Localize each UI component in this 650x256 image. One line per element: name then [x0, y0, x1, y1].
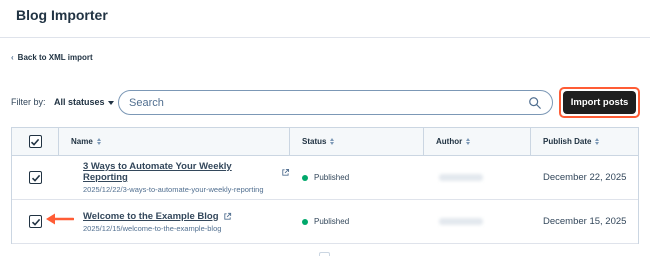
search-box[interactable] — [118, 90, 553, 115]
search-input[interactable] — [129, 96, 528, 109]
column-header-publish-date[interactable]: Publish Date — [531, 128, 638, 155]
back-to-xml-import-link[interactable]: ‹ Back to XML import — [11, 53, 93, 62]
column-header-status[interactable]: Status — [290, 128, 424, 155]
post-slug: 2025/12/22/3-ways-to-automate-your-weekl… — [83, 185, 264, 194]
table-row: Welcome to the Example Blog 2025/12/15/w… — [12, 200, 638, 244]
status-filter-value: All statuses — [54, 97, 105, 107]
sort-icon — [96, 138, 101, 145]
status-filter-dropdown[interactable]: All statuses — [54, 97, 114, 107]
page-title: Blog Importer — [16, 7, 108, 23]
column-header-label: Author — [436, 137, 463, 146]
column-header-author[interactable]: Author — [424, 128, 531, 155]
back-link-label: Back to XML import — [17, 53, 93, 62]
caret-down-icon — [107, 100, 114, 105]
column-header-label: Publish Date — [543, 137, 592, 146]
column-header-label: Status — [302, 137, 327, 146]
search-icon[interactable] — [528, 96, 542, 110]
posts-table: Name Status Author Publish Date 3 Ways t… — [11, 127, 639, 244]
table-header: Name Status Author Publish Date — [12, 128, 638, 156]
author-name-redacted — [439, 174, 483, 181]
status-text: Published — [314, 173, 350, 182]
status-text: Published — [314, 217, 350, 226]
post-title-link[interactable]: 3 Ways to Automate Your Weekly Reporting — [83, 161, 290, 183]
column-header-label: Name — [71, 137, 93, 146]
post-title-text: Welcome to the Example Blog — [83, 210, 219, 222]
checkmark-icon — [30, 138, 40, 146]
select-all-checkbox[interactable] — [28, 135, 42, 148]
table-row: 3 Ways to Automate Your Weekly Reporting… — [12, 156, 638, 200]
pagination-hint — [319, 252, 330, 256]
header-divider — [0, 37, 650, 38]
author-name-redacted — [439, 218, 483, 225]
publish-date: December 15, 2025 — [543, 216, 627, 227]
import-posts-button[interactable]: Import posts — [563, 91, 636, 114]
row-checkbox[interactable] — [29, 171, 42, 184]
status-badge: Published — [302, 173, 349, 182]
publish-date: December 22, 2025 — [543, 172, 627, 183]
filter-label: Filter by: — [11, 97, 46, 107]
sort-icon — [330, 138, 335, 145]
checkmark-icon — [31, 218, 40, 226]
sort-icon — [466, 138, 471, 145]
status-badge: Published — [302, 217, 349, 226]
row-checkbox[interactable] — [29, 215, 42, 228]
external-link-icon[interactable] — [281, 168, 290, 177]
column-header-name[interactable]: Name — [59, 128, 290, 155]
arrow-left-icon — [46, 213, 74, 225]
checkmark-icon — [31, 174, 40, 182]
status-dot — [302, 174, 308, 181]
import-button-highlight: Import posts — [559, 87, 640, 118]
chevron-left-icon: ‹ — [11, 53, 14, 62]
post-title-link[interactable]: Welcome to the Example Blog — [83, 211, 232, 222]
post-slug: 2025/12/15/welcome-to-the-example-blog — [83, 223, 222, 233]
status-dot — [302, 218, 308, 225]
post-title-text: 3 Ways to Automate Your Weekly Reporting — [83, 161, 232, 183]
external-link-icon[interactable] — [223, 212, 232, 221]
sort-icon — [595, 138, 600, 145]
